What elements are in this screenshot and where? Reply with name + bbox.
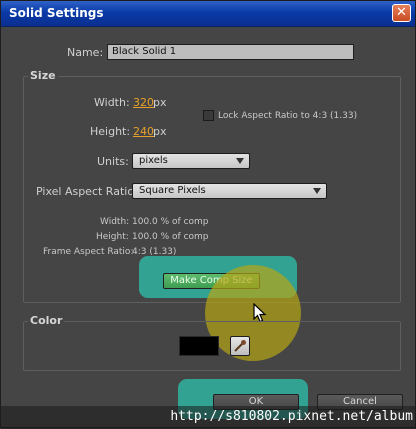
mouse-pointer-icon <box>253 303 267 323</box>
info-height-value: 100.0 % of comp <box>132 232 209 242</box>
height-unit: px <box>153 125 167 138</box>
chevron-down-icon <box>313 188 321 194</box>
info-width-value: 100.0 % of comp <box>132 217 209 227</box>
units-dropdown[interactable]: pixels <box>132 153 250 169</box>
color-swatch[interactable] <box>179 336 219 356</box>
name-label: Name: <box>67 46 104 59</box>
height-value[interactable]: 240 <box>133 125 154 138</box>
chevron-down-icon <box>236 158 244 164</box>
info-width-label: Width: <box>100 217 130 227</box>
info-height-label: Height: <box>96 232 129 242</box>
lock-aspect-label: Lock Aspect Ratio to 4:3 (1.33) <box>218 111 358 121</box>
lock-aspect-checkbox[interactable] <box>203 110 214 121</box>
info-frame-aspect-label: Frame Aspect Ratio: <box>43 247 134 257</box>
solid-settings-dialog: Solid Settings ✕ Name: Black Solid 1 Siz… <box>0 0 416 429</box>
color-section-title: Color <box>28 314 65 327</box>
width-value[interactable]: 320 <box>133 96 154 109</box>
units-label: Units: <box>97 155 129 168</box>
title-bar: Solid Settings ✕ <box>1 1 415 27</box>
width-label: Width: <box>94 96 130 109</box>
dialog-title: Solid Settings <box>9 6 104 20</box>
size-section-title: Size <box>28 69 58 82</box>
pixel-aspect-ratio-dropdown[interactable]: Square Pixels <box>132 183 327 199</box>
name-input[interactable]: Black Solid 1 <box>107 44 354 60</box>
height-label: Height: <box>90 125 131 138</box>
watermark-text: http://s810802.pixnet.net/album <box>170 409 413 424</box>
eyedropper-button[interactable] <box>230 336 250 356</box>
pixel-aspect-ratio-value: Square Pixels <box>139 185 206 196</box>
units-value: pixels <box>139 155 168 166</box>
close-icon: ✕ <box>396 5 407 20</box>
eyedropper-icon <box>234 340 246 352</box>
close-button[interactable]: ✕ <box>392 4 411 22</box>
pixel-aspect-ratio-label: Pixel Aspect Ratio: <box>36 185 138 198</box>
watermark-bar: http://s810802.pixnet.net/album <box>1 406 416 429</box>
width-unit: px <box>153 96 167 109</box>
